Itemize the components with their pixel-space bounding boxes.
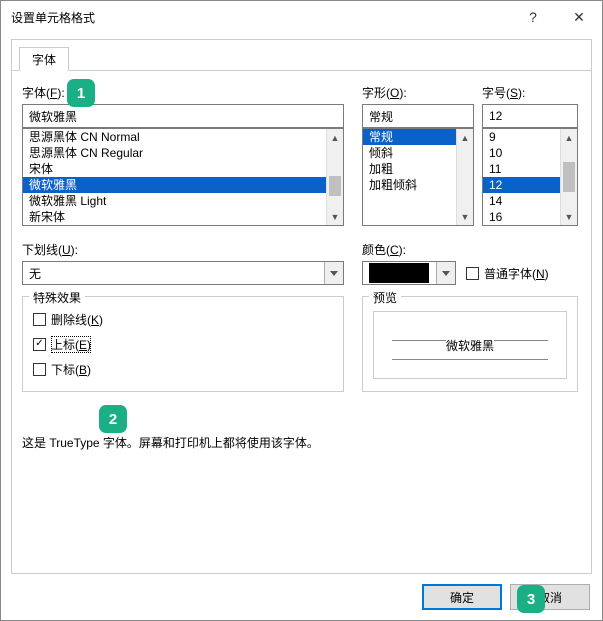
underline-label: 下划线(U): — [22, 241, 344, 258]
font-input[interactable]: 微软雅黑 — [22, 104, 344, 128]
tab-content: 字体(F): 微软雅黑 思源黑体 CN Normal思源黑体 CN Regula… — [22, 84, 581, 563]
color-swatch — [369, 263, 429, 283]
preview-text: 微软雅黑 — [446, 337, 494, 354]
tab-font-label: 字体 — [32, 51, 56, 68]
annotation-badge-1: 1 — [67, 79, 95, 107]
list-item[interactable]: 12 — [483, 177, 560, 193]
underline-value: 无 — [29, 265, 41, 282]
color-dropdown[interactable] — [362, 261, 456, 285]
list-item[interactable]: 10 — [483, 145, 560, 161]
window-title: 设置单元格格式 — [11, 9, 95, 26]
annotation-badge-3: 3 — [517, 585, 545, 613]
close-icon: ✕ — [573, 9, 585, 26]
style-listbox[interactable]: 常规倾斜加粗加粗倾斜 ▲ ▼ — [362, 128, 474, 226]
list-item[interactable]: 14 — [483, 193, 560, 209]
tab-font[interactable]: 字体 — [19, 47, 69, 71]
normal-font-checkbox[interactable]: 普通字体(N) — [466, 263, 549, 283]
scroll-down-icon[interactable]: ▼ — [327, 208, 343, 225]
chevron-down-icon[interactable] — [436, 262, 455, 284]
format-cells-dialog: 设置单元格格式 ? ✕ 字体 字体(F): 微软雅黑 — [0, 0, 603, 621]
normal-font-label: 普通字体(N) — [484, 265, 549, 282]
size-input[interactable]: 12 — [482, 104, 578, 128]
preview-fieldset: 预览 微软雅黑 — [362, 296, 578, 392]
style-input[interactable]: 常规 — [362, 104, 474, 128]
checkbox-box — [33, 313, 46, 326]
scroll-up-icon[interactable]: ▲ — [327, 129, 343, 146]
annotation-badge-2: 2 — [99, 405, 127, 433]
scroll-down-icon[interactable]: ▼ — [457, 208, 473, 225]
help-button[interactable]: ? — [510, 1, 556, 33]
subscript-label: 下标(B) — [51, 361, 91, 378]
list-item[interactable]: 思源黑体 CN Normal — [23, 129, 326, 145]
size-listbox[interactable]: 91011121416 ▲ ▼ — [482, 128, 578, 226]
style-scrollbar[interactable]: ▲ ▼ — [456, 129, 473, 225]
list-item[interactable]: 思源黑体 CN Regular — [23, 145, 326, 161]
checkbox-box: ✓ — [33, 338, 46, 351]
dialog-body: 字体 字体(F): 微软雅黑 思源黑体 CN Normal思源黑体 CN Reg… — [11, 39, 592, 574]
help-icon: ? — [529, 9, 537, 25]
list-item[interactable]: 9 — [483, 129, 560, 145]
effects-legend: 特殊效果 — [29, 289, 85, 306]
preview-legend: 预览 — [369, 289, 401, 306]
font-scrollbar[interactable]: ▲ ▼ — [326, 129, 343, 225]
list-item[interactable]: 新宋体 — [23, 209, 326, 225]
checkbox-box — [466, 267, 479, 280]
effects-fieldset: 特殊效果 删除线(K) ✓ 上标(E) 下标(B) — [22, 296, 344, 392]
checkbox-box — [33, 363, 46, 376]
ok-button-label: 确定 — [450, 589, 474, 606]
strikethrough-checkbox[interactable]: 删除线(K) — [33, 309, 333, 329]
style-label: 字形(O): — [362, 84, 474, 101]
list-item[interactable]: 微软雅黑 Light — [23, 193, 326, 209]
titlebar: 设置单元格格式 ? ✕ — [1, 1, 602, 33]
size-input-value: 12 — [489, 109, 502, 123]
preview-box: 微软雅黑 — [373, 311, 567, 379]
ok-button[interactable]: 确定 — [422, 584, 502, 610]
close-button[interactable]: ✕ — [556, 1, 602, 33]
superscript-label: 上标(E) — [51, 336, 91, 353]
font-note: 这是 TrueType 字体。屏幕和打印机上都将使用该字体。 — [22, 434, 581, 451]
tabstrip: 字体 — [11, 39, 592, 67]
strikethrough-label: 删除线(K) — [51, 311, 103, 328]
list-item[interactable]: 加粗 — [363, 161, 456, 177]
size-scrollbar[interactable]: ▲ ▼ — [560, 129, 577, 225]
list-item[interactable]: 加粗倾斜 — [363, 177, 456, 193]
underline-dropdown[interactable]: 无 — [22, 261, 344, 285]
chevron-down-icon[interactable] — [324, 262, 343, 284]
subscript-checkbox[interactable]: 下标(B) — [33, 359, 333, 379]
scroll-up-icon[interactable]: ▲ — [457, 129, 473, 146]
list-item[interactable]: 倾斜 — [363, 145, 456, 161]
font-input-value: 微软雅黑 — [29, 108, 77, 125]
list-item[interactable]: 宋体 — [23, 161, 326, 177]
superscript-checkbox[interactable]: ✓ 上标(E) — [33, 334, 333, 354]
size-label: 字号(S): — [482, 84, 578, 101]
scroll-down-icon[interactable]: ▼ — [561, 208, 577, 225]
scroll-up-icon[interactable]: ▲ — [561, 129, 577, 146]
style-input-value: 常规 — [369, 108, 393, 125]
font-listbox[interactable]: 思源黑体 CN Normal思源黑体 CN Regular宋体微软雅黑微软雅黑 … — [22, 128, 344, 226]
list-item[interactable]: 常规 — [363, 129, 456, 145]
list-item[interactable]: 微软雅黑 — [23, 177, 326, 193]
color-label: 颜色(C): — [362, 241, 578, 258]
list-item[interactable]: 11 — [483, 161, 560, 177]
list-item[interactable]: 16 — [483, 209, 560, 225]
